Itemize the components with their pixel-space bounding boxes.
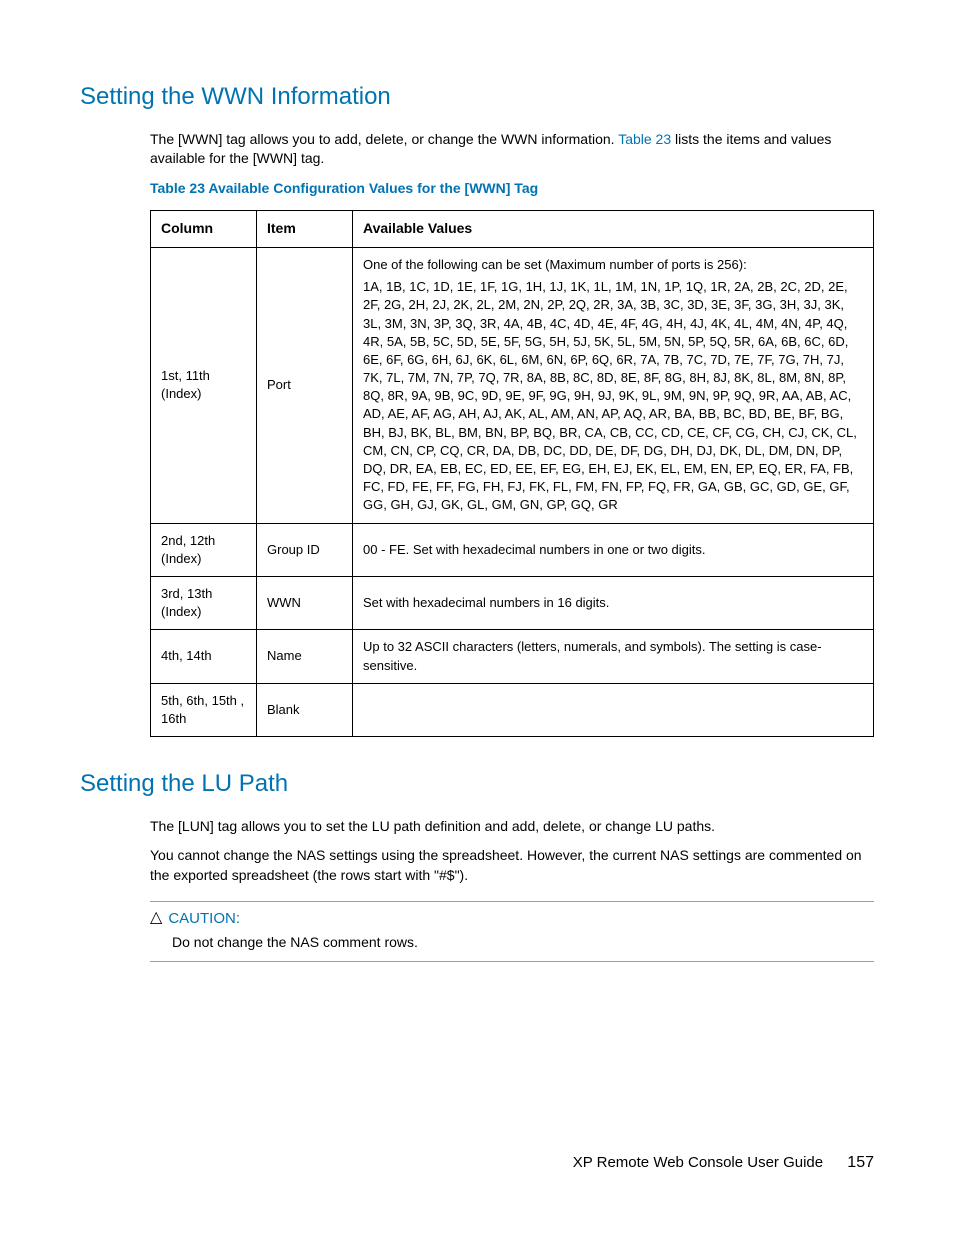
cell-item: Group ID: [257, 523, 353, 576]
cell-values: Set with hexadecimal numbers in 16 digit…: [353, 576, 874, 629]
lu-path-para-1: The [LUN] tag allows you to set the LU p…: [150, 817, 874, 837]
table-row: 5th, 6th, 15th , 16th Blank: [151, 683, 874, 736]
caution-block: △ CAUTION: Do not change the NAS comment…: [150, 901, 874, 962]
cell-column: 3rd, 13th (Index): [151, 576, 257, 629]
cell-item: Port: [257, 247, 353, 523]
cell-column: 5th, 6th, 15th , 16th: [151, 683, 257, 736]
table-row: 3rd, 13th (Index) WWN Set with hexadecim…: [151, 576, 874, 629]
table-row: 1st, 11th (Index) Port One of the follow…: [151, 247, 874, 523]
caution-rule-top: [150, 901, 874, 902]
cell-column: 4th, 14th: [151, 630, 257, 683]
values-intro: One of the following can be set (Maximum…: [363, 256, 863, 274]
caution-icon: △: [150, 910, 162, 926]
cell-values: 00 - FE. Set with hexadecimal numbers in…: [353, 523, 874, 576]
table-23-link[interactable]: Table 23: [618, 131, 671, 147]
cell-item: Name: [257, 630, 353, 683]
table-23-caption: Table 23 Available Configuration Values …: [150, 179, 874, 199]
table-row: 2nd, 12th (Index) Group ID 00 - FE. Set …: [151, 523, 874, 576]
cell-column: 1st, 11th (Index): [151, 247, 257, 523]
th-item: Item: [257, 211, 353, 248]
cell-values: [353, 683, 874, 736]
page-footer: XP Remote Web Console User Guide 157: [80, 1152, 874, 1174]
table-header-row: Column Item Available Values: [151, 211, 874, 248]
cell-column: 2nd, 12th (Index): [151, 523, 257, 576]
cell-item: WWN: [257, 576, 353, 629]
section-heading-lu-path: Setting the LU Path: [80, 767, 874, 801]
cell-values: One of the following can be set (Maximum…: [353, 247, 874, 523]
cell-values: Up to 32 ASCII characters (letters, nume…: [353, 630, 874, 683]
lu-path-para-2: You cannot change the NAS settings using…: [150, 846, 874, 885]
th-column: Column: [151, 211, 257, 248]
caution-label: CAUTION:: [168, 908, 240, 929]
table-row: 4th, 14th Name Up to 32 ASCII characters…: [151, 630, 874, 683]
wwn-intro-text-before: The [WWN] tag allows you to add, delete,…: [150, 131, 618, 147]
caution-text: Do not change the NAS comment rows.: [172, 933, 874, 953]
caution-rule-bottom: [150, 961, 874, 962]
th-values: Available Values: [353, 211, 874, 248]
section-heading-wwn: Setting the WWN Information: [80, 80, 874, 114]
wwn-config-table: Column Item Available Values 1st, 11th (…: [150, 210, 874, 737]
footer-page-number: 157: [847, 1154, 874, 1171]
cell-item: Blank: [257, 683, 353, 736]
wwn-intro-paragraph: The [WWN] tag allows you to add, delete,…: [150, 130, 874, 169]
values-list: 1A, 1B, 1C, 1D, 1E, 1F, 1G, 1H, 1J, 1K, …: [363, 278, 863, 514]
footer-title: XP Remote Web Console User Guide: [573, 1154, 823, 1171]
